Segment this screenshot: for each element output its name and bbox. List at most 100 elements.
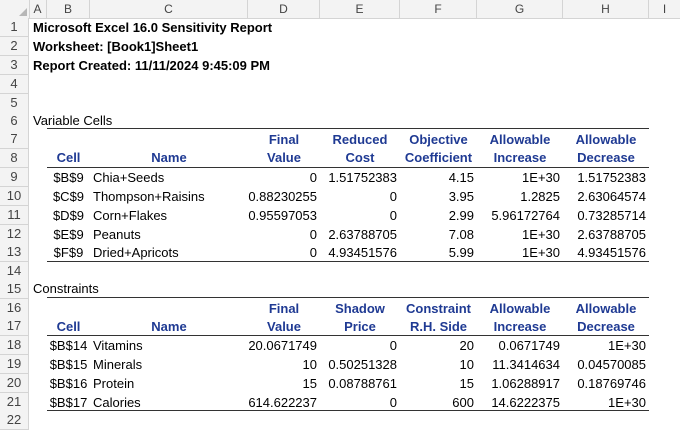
cell-decrease: 1E+30 [608, 338, 646, 353]
row-header-3[interactable]: 3 [0, 56, 29, 75]
row-header-21[interactable]: 21 [0, 393, 29, 412]
cell-increase: 0.0671749 [498, 338, 560, 353]
cell-value: 614.622237 [248, 395, 317, 410]
row-header-5[interactable]: 5 [0, 94, 29, 113]
cell-ref: $B$17 [49, 395, 88, 410]
row-header-6[interactable]: 6 [0, 112, 29, 131]
column-heading: Cell [56, 319, 81, 334]
column-header-h[interactable]: H [563, 0, 649, 18]
column-heading: Increase [493, 150, 547, 165]
row-header-2[interactable]: 2 [0, 37, 29, 56]
column-heading: Price [344, 319, 376, 334]
column-heading: Value [267, 150, 301, 165]
cell-col-f: 10 [459, 357, 474, 372]
cell-col-e: 1.51752383 [328, 170, 397, 185]
column-heading: Name [151, 150, 187, 165]
cell-decrease: 0.04570085 [577, 357, 646, 372]
column-heading: Allowable [489, 301, 551, 316]
column-header-g[interactable]: G [477, 0, 563, 18]
cell-decrease: 1.51752383 [577, 170, 646, 185]
report-worksheet: Worksheet: [Book1]Sheet1 [33, 39, 199, 54]
cell-name: Vitamins [93, 338, 143, 353]
cell-decrease: 1E+30 [608, 395, 646, 410]
column-heading: Allowable [575, 132, 637, 147]
column-heading: Shadow [335, 301, 385, 316]
cell-value: 0.95597053 [248, 208, 317, 223]
row-header-22[interactable]: 22 [0, 411, 29, 430]
cell-value: 20.0671749 [248, 338, 317, 353]
column-header-f[interactable]: F [400, 0, 477, 18]
cell-col-f: 4.15 [448, 170, 474, 185]
cell-increase: 5.96172764 [491, 208, 560, 223]
cell-decrease: 4.93451576 [577, 245, 646, 260]
cell-value: 0 [309, 227, 317, 242]
row-header-15[interactable]: 15 [0, 280, 29, 299]
column-heading: R.H. Side [409, 319, 468, 334]
column-header-a[interactable]: A [29, 0, 47, 18]
cell-ref: $F$9 [53, 245, 84, 260]
column-header-bar: A B C D E F G H I [0, 0, 680, 19]
report-title: Microsoft Excel 16.0 Sensitivity Report [33, 20, 273, 35]
cell-name: Protein [93, 376, 135, 391]
cell-increase: 1E+30 [522, 170, 560, 185]
cell-name: Minerals [93, 357, 143, 372]
cell-name: Thompson+Raisins [93, 189, 205, 204]
column-heading: Cost [345, 150, 375, 165]
row-header-12[interactable]: 12 [0, 225, 29, 244]
cell-decrease: 2.63064574 [577, 189, 646, 204]
column-heading: Constraint [406, 301, 471, 316]
column-header-c[interactable]: C [90, 0, 248, 18]
cell-ref: $D$9 [52, 208, 85, 223]
row-header-4[interactable]: 4 [0, 75, 29, 94]
table-rule-header [47, 167, 649, 168]
cell-decrease: 0.18769746 [577, 376, 646, 391]
cell-value: 0 [309, 170, 317, 185]
column-heading: Decrease [577, 319, 635, 334]
row-header-17[interactable]: 17 [0, 317, 29, 336]
row-header-13[interactable]: 13 [0, 243, 29, 262]
cell-col-f: 3.95 [448, 189, 474, 204]
cell-col-f: 7.08 [448, 227, 474, 242]
row-header-20[interactable]: 20 [0, 374, 29, 393]
row-header-18[interactable]: 18 [0, 336, 29, 355]
select-all-corner[interactable] [0, 0, 30, 18]
cell-increase: 1E+30 [522, 227, 560, 242]
cell-name: Dried+Apricots [93, 245, 179, 260]
column-heading: Cell [56, 150, 81, 165]
row-header-1[interactable]: 1 [0, 18, 29, 37]
row-header-16[interactable]: 16 [0, 299, 29, 318]
cell-name: Peanuts [93, 227, 141, 242]
column-header-i[interactable]: I [649, 0, 680, 18]
column-heading: Increase [493, 319, 547, 334]
row-header-11[interactable]: 11 [0, 206, 29, 225]
cell-col-e: 0 [389, 395, 397, 410]
row-header-8[interactable]: 8 [0, 149, 29, 168]
table-rule-top [47, 297, 649, 298]
column-heading: Coefficient [404, 150, 473, 165]
row-header-7[interactable]: 7 [0, 130, 29, 149]
cell-value: 0.88230255 [248, 189, 317, 204]
row-header-14[interactable]: 14 [0, 262, 29, 281]
cell-value: 10 [302, 357, 317, 372]
spreadsheet-grid[interactable]: A B C D E F G H I 1 2 3 4 5 6 7 8 9 10 1… [0, 0, 680, 433]
cell-increase: 1E+30 [522, 245, 560, 260]
cell-ref: $B$16 [49, 376, 88, 391]
cell-ref: $C$9 [52, 189, 85, 204]
cell-name: Chia+Seeds [93, 170, 165, 185]
row-header-10[interactable]: 10 [0, 187, 29, 206]
column-header-d[interactable]: D [248, 0, 320, 18]
column-heading: Final [268, 132, 300, 147]
cell-ref: $B$14 [49, 338, 88, 353]
cell-col-e: 4.93451576 [328, 245, 397, 260]
column-header-b[interactable]: B [47, 0, 90, 18]
row-header-19[interactable]: 19 [0, 355, 29, 374]
column-header-e[interactable]: E [320, 0, 400, 18]
row-header-9[interactable]: 9 [0, 168, 29, 187]
cell-col-f: 2.99 [448, 208, 474, 223]
report-created: Report Created: 11/11/2024 9:45:09 PM [33, 58, 271, 73]
cell-name: Calories [93, 395, 141, 410]
cell-increase: 11.3414634 [492, 357, 560, 372]
cell-decrease: 2.63788705 [577, 227, 646, 242]
table-rule-top [47, 128, 649, 129]
cell-ref: $B$9 [53, 170, 84, 185]
